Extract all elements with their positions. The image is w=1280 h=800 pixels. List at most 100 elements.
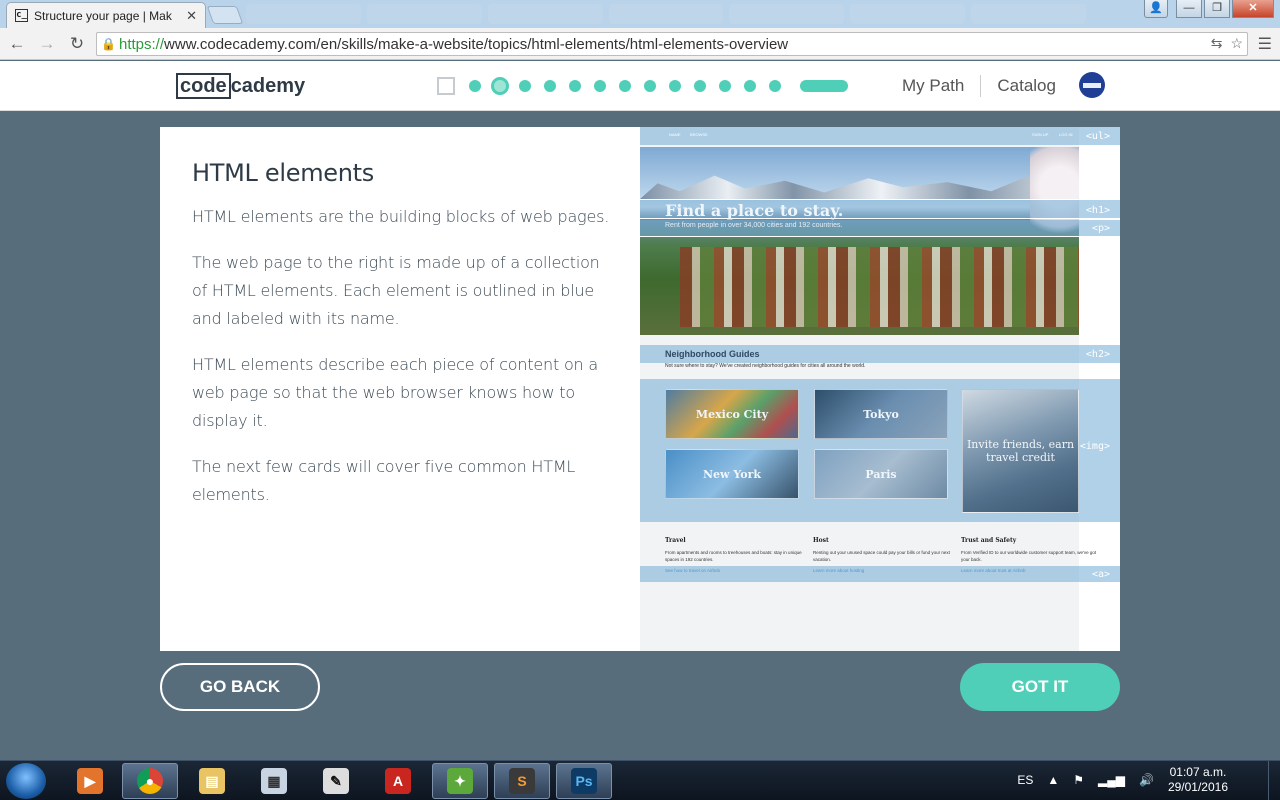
language-indicator[interactable]: ES [1017, 773, 1033, 787]
mini-nav-item: BROWSE [690, 132, 708, 137]
section-subtitle: Not sure where to stay? We've created ne… [665, 363, 866, 369]
section-title: Neighborhood Guides [665, 349, 760, 359]
logo-rest-part: cademy [230, 74, 306, 97]
close-window-button[interactable]: ✕ [1232, 0, 1274, 18]
progress-dot[interactable] [669, 80, 681, 92]
progress-dot[interactable] [469, 80, 481, 92]
tab-title: Structure your page | Mak [34, 8, 172, 23]
header-nav: My Path Catalog [902, 75, 1056, 97]
progress-dot[interactable] [569, 80, 581, 92]
mini-nav-item: NAME [669, 132, 681, 137]
network-signal-icon[interactable]: ▂▄▆ [1098, 773, 1125, 787]
minimize-button[interactable]: — [1176, 0, 1202, 18]
url-path: www.codecademy.com/en/skills/make-a-webs… [164, 35, 789, 53]
photoshop-icon[interactable]: Ps [556, 763, 612, 799]
lesson-text: HTML elements HTML elements are the buil… [192, 159, 612, 527]
file-explorer-icon[interactable]: ▤ [184, 763, 240, 799]
feature-text: From apartments and rooms to treehouses … [665, 550, 802, 562]
volume-icon[interactable]: 🔊 [1139, 773, 1154, 787]
hero-title: Find a place to stay. [665, 201, 844, 220]
lesson-card: HTML elements HTML elements are the buil… [160, 127, 1120, 651]
got-it-button[interactable]: GOT IT [960, 663, 1120, 711]
lesson-progress [437, 77, 848, 95]
sublime-text-icon[interactable]: S [494, 763, 550, 799]
go-back-button[interactable]: GO BACK [160, 663, 320, 711]
city-card-paris: Paris [814, 449, 948, 499]
progress-dot[interactable] [694, 80, 706, 92]
progress-dot[interactable] [594, 80, 606, 92]
lesson-title: HTML elements [192, 159, 374, 187]
tag-img: <img> [1079, 441, 1110, 452]
forward-arrow-icon[interactable]: → [34, 34, 60, 54]
clock-date: 29/01/2016 [1167, 780, 1228, 794]
progress-dot[interactable] [644, 80, 656, 92]
city-card-mexico-city: Mexico City [665, 389, 799, 439]
lesson-paragraph: The web page to the right is made up of … [192, 253, 600, 328]
new-tab-button[interactable] [206, 6, 244, 24]
mini-nav: NAME BROWSE SIGN UP LOG IN [640, 127, 1120, 142]
browser-toolbar: ← → ↻ 🔒 https://www.codecademy.com/en/sk… [0, 28, 1280, 60]
back-arrow-icon[interactable]: ← [4, 34, 30, 54]
progress-final-segment[interactable] [800, 80, 848, 92]
reload-icon[interactable]: ↻ [64, 34, 90, 54]
tag-ul: <ul> [1085, 131, 1110, 142]
translate-icon[interactable]: ⇆ [1211, 35, 1223, 52]
nav-catalog[interactable]: Catalog [997, 76, 1056, 96]
nav-my-path[interactable]: My Path [902, 76, 964, 96]
city-card-tokyo: Tokyo [814, 389, 948, 439]
progress-dot[interactable] [744, 80, 756, 92]
browser-tab[interactable]: c_ Structure your page | Mak ✕ [6, 2, 206, 28]
system-tray: ES ▲ ⚑ ▂▄▆ 🔊 01:07 a.m. 29/01/2016 [1017, 765, 1228, 795]
close-tab-icon[interactable]: ✕ [186, 8, 197, 24]
show-desktop-button[interactable] [1268, 761, 1280, 800]
sketchbook-icon[interactable]: ✦ [432, 763, 488, 799]
clock[interactable]: 01:07 a.m. 29/01/2016 [1168, 765, 1228, 795]
a-highlight [640, 566, 1120, 582]
codecademy-logo[interactable]: code cademy [176, 73, 305, 99]
browser-menu-icon[interactable]: ☰ [1258, 34, 1272, 54]
window-controls: 👤 — ❐ ✕ [1144, 0, 1274, 18]
hero-subtitle: Rent from people in over 34,000 cities a… [665, 222, 843, 229]
progress-dot[interactable] [544, 80, 556, 92]
tag-a: <a> [1091, 569, 1110, 580]
url-scheme: https:// [119, 35, 165, 53]
site-header: code cademy My Path Catalog [0, 61, 1280, 111]
address-bar[interactable]: 🔒 https://www.codecademy.com/en/skills/m… [96, 32, 1248, 56]
progress-dot[interactable] [519, 80, 531, 92]
cards-overview-icon[interactable] [437, 77, 455, 95]
feature-host: Host Renting out your unused space could… [813, 537, 953, 573]
logo-boxed-part: code [176, 73, 231, 99]
progress-dot-current[interactable] [491, 77, 509, 95]
start-button[interactable] [6, 763, 46, 799]
bookmark-star-icon[interactable]: ☆ [1230, 35, 1243, 52]
mini-nav-item: LOG IN [1059, 132, 1073, 137]
progress-dot[interactable] [619, 80, 631, 92]
inkscape-icon[interactable]: ✎ [308, 763, 364, 799]
calculator-icon[interactable]: ▦ [246, 763, 302, 799]
invite-friends-card: Invite friends, earn travel credit [962, 389, 1079, 513]
feature-trust: Trust and Safety From Verified ID to our… [961, 537, 1101, 573]
tag-p: <p> [1091, 223, 1110, 234]
chrome-icon[interactable]: ● [122, 763, 178, 799]
user-profile-icon[interactable]: 👤 [1144, 0, 1168, 18]
lesson-paragraph: The next few cards will cover five commo… [192, 457, 576, 504]
media-player-icon[interactable]: ▶ [62, 763, 118, 799]
village-rooftops [680, 247, 1079, 327]
mini-nav-item: SIGN UP [1032, 132, 1049, 137]
lesson-paragraph: HTML elements are the building blocks of… [192, 207, 610, 226]
feature-title: Trust and Safety [961, 537, 1017, 544]
progress-dot[interactable] [769, 80, 781, 92]
progress-dot[interactable] [719, 80, 731, 92]
action-center-icon[interactable]: ⚑ [1073, 773, 1084, 787]
feature-title: Travel [665, 537, 686, 544]
user-avatar[interactable] [1079, 72, 1105, 98]
feature-travel: Travel From apartments and rooms to tree… [665, 537, 805, 573]
autocad-icon[interactable]: A [370, 763, 426, 799]
tag-h2: <h2> [1085, 349, 1110, 360]
codecademy-favicon-icon: c_ [15, 9, 28, 22]
tray-expand-icon[interactable]: ▲ [1047, 773, 1059, 787]
background-tabs [246, 4, 1087, 24]
lock-icon: 🔒 [101, 37, 116, 51]
feature-text: Renting out your unused space could pay … [813, 550, 950, 562]
maximize-button[interactable]: ❐ [1204, 0, 1230, 18]
